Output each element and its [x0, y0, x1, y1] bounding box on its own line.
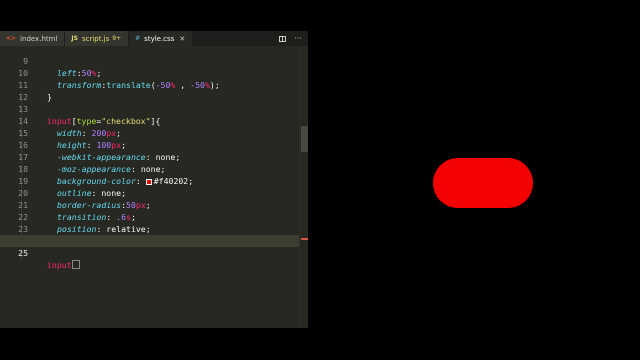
tab-label: script.js: [81, 34, 110, 43]
vertical-scrollbar[interactable]: [299, 46, 308, 328]
problems-count-badge: 9+: [112, 35, 122, 42]
checkbox-toggle-preview[interactable]: [433, 158, 533, 208]
split-editor-icon[interactable]: [279, 35, 287, 42]
scrollbar-marker: [301, 238, 308, 240]
tab-label: index.html: [20, 34, 58, 43]
css-file-icon: #: [135, 35, 141, 42]
code-line: 11 }: [18, 80, 52, 102]
code-line: 13 input[type="checkbox"]{: [18, 104, 161, 126]
code-line: 15 height: 100px;: [18, 128, 127, 150]
code-line: 20 border-radius:50px;: [18, 188, 151, 210]
code-line: 18 background-color: #f40202;: [18, 164, 194, 186]
js-file-icon: JS: [71, 35, 78, 42]
html-file-icon: <>: [6, 35, 17, 42]
code-line: 16 -webkit-appearance: none;: [18, 140, 181, 162]
code-line: 22 position: relative;: [18, 212, 151, 234]
code-line: 23 }: [18, 224, 52, 246]
text-cursor: [71, 260, 80, 269]
code-line: 21 transition: .6s;: [18, 200, 136, 222]
more-actions-icon[interactable]: ···: [294, 34, 302, 43]
code-line: 14 width: 200px;: [18, 116, 122, 138]
code-line: 10 transform:translate(-50% , -50%);: [18, 68, 220, 90]
close-icon[interactable]: ✕: [179, 35, 185, 43]
code-line: 24: [0, 223, 300, 246]
tab-label: style.css: [144, 34, 175, 43]
code-line-current: 25 input: [0, 235, 300, 270]
code-line: 9 left:50%;: [23, 56, 102, 78]
code-editor: <> index.html JS script.js 9+ # style.cs…: [0, 31, 308, 328]
code-line: 17 -moz-appearance: none;: [18, 152, 166, 174]
code-area[interactable]: 9 left:50%; 10 transform:translate(-50% …: [0, 46, 308, 328]
code-line: 12: [18, 92, 28, 102]
code-line: 19 outline: none;: [18, 176, 127, 198]
scrollbar-thumb[interactable]: [301, 126, 308, 152]
